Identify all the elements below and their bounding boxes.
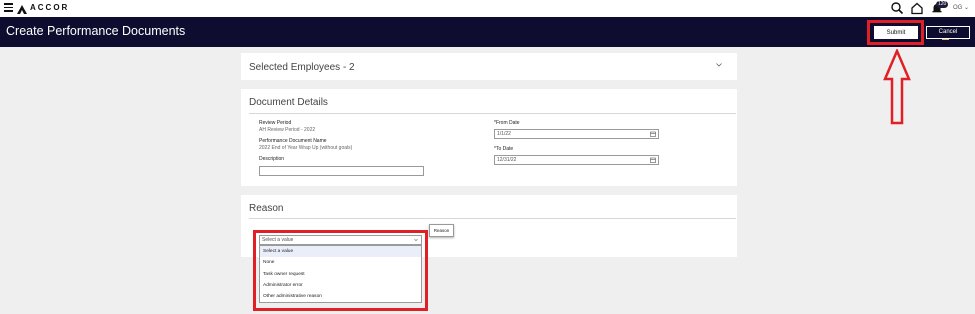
review-period-value: AH Review Period - 2022 — [259, 127, 316, 133]
page-title: Create Performance Documents — [6, 24, 186, 38]
chevron-down-icon[interactable] — [716, 62, 722, 68]
document-name-label: Performance Document Name — [259, 138, 327, 144]
user-initials: OG — [953, 5, 963, 11]
chevron-down-icon: ⌄ — [964, 5, 970, 11]
brand-logo[interactable]: ACCOR — [16, 2, 70, 14]
document-details-card: Document Details Review Period AH Review… — [241, 89, 737, 186]
cancel-button[interactable]: Cancel — [926, 26, 970, 39]
notification-badge: 120 — [936, 1, 949, 8]
to-date-label: *To Date — [494, 146, 514, 152]
search-icon[interactable] — [890, 1, 904, 15]
reason-tooltip: Reason — [429, 224, 454, 237]
calendar-icon[interactable] — [650, 157, 656, 163]
hamburger-menu-icon[interactable] — [4, 3, 13, 12]
reason-title: Reason — [249, 203, 284, 214]
to-date-field[interactable]: 12/31/22 — [494, 155, 659, 165]
to-date-value: 12/31/22 — [497, 157, 517, 163]
calendar-icon[interactable] — [650, 131, 656, 137]
from-date-label: *From Date — [494, 120, 520, 126]
from-date-field[interactable]: 1/1/22 — [494, 129, 659, 139]
selected-employees-card[interactable]: Selected Employees - 2 — [241, 53, 737, 80]
description-label: Description — [259, 156, 285, 162]
dropdown-highlight-box — [253, 230, 428, 311]
home-icon[interactable] — [910, 1, 924, 15]
from-date-value: 1/1/22 — [497, 131, 511, 137]
document-details-title: Document Details — [249, 97, 328, 108]
divider — [249, 218, 736, 219]
submit-highlight-box — [867, 20, 924, 45]
review-period-label: Review Period — [259, 120, 292, 126]
document-name-value: 2022 End of Year Wrap Up (without goals) — [259, 145, 353, 151]
top-bar: ACCOR 120 OG ⌄ — [0, 0, 975, 17]
brand-text: ACCOR — [30, 3, 70, 12]
page-header: Create Performance Documents Submit Canc… — [0, 17, 975, 47]
selected-employees-title: Selected Employees - 2 — [249, 62, 355, 73]
accor-logo-icon — [16, 2, 28, 14]
user-menu[interactable]: OG ⌄ — [953, 4, 969, 11]
arrow-up-icon — [883, 49, 911, 125]
description-field[interactable] — [259, 166, 424, 176]
divider — [249, 113, 736, 114]
